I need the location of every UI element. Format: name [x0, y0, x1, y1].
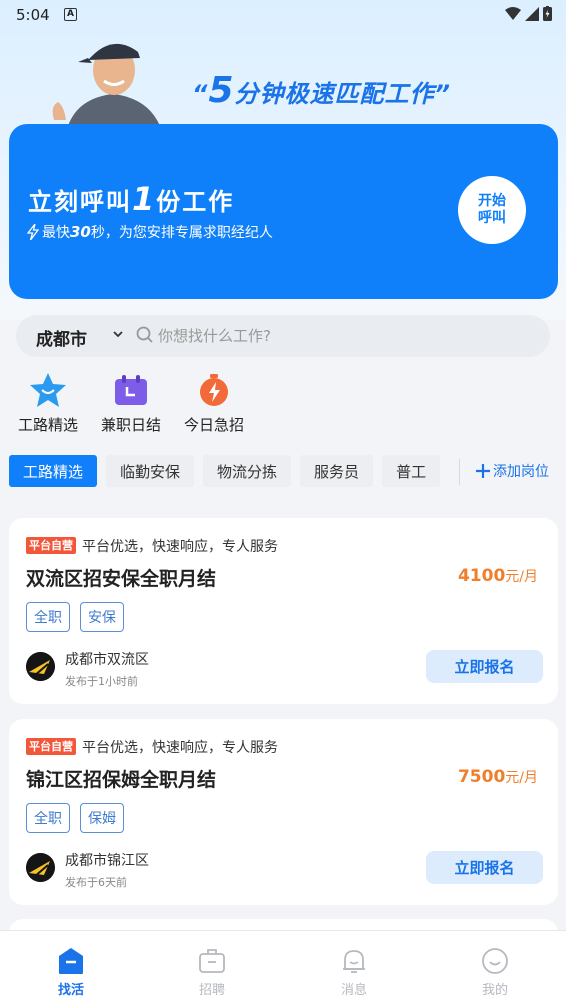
add-post-button[interactable]: 添加岗位 — [476, 461, 549, 481]
job-location: 成都市锦江区 — [65, 853, 149, 869]
job-card[interactable]: 平台自营 平台优选，快速响应，专人服务 双流区招安保全职月结 4100元/月 全… — [9, 518, 558, 704]
search-icon — [136, 326, 153, 343]
quick-category-parttime[interactable]: 兼职日结 — [96, 372, 166, 435]
banner-sub-number: 30 — [70, 223, 91, 241]
job-tag: 全职 — [26, 803, 70, 833]
job-card[interactable]: 平台自营 平台优选，快速响应，专人服务 锦江区招保姆全职月结 7500元/月 全… — [9, 719, 558, 905]
star-icon — [28, 372, 68, 408]
smile-icon — [482, 948, 508, 974]
job-posted-time: 发布于6天前 — [65, 876, 127, 889]
call-banner[interactable]: 立刻呼叫1份工作 最快30秒，为您安排专属求职经纪人 开始 呼叫 — [9, 124, 558, 299]
job-location: 成都市双流区 — [65, 652, 149, 668]
quick-category-select[interactable]: 工路精选 — [13, 372, 83, 435]
tab-find-work[interactable]: 找活 — [36, 947, 106, 998]
job-tags: 全职 安保 — [26, 602, 124, 632]
filter-tab-worker[interactable]: 普工 — [382, 455, 441, 487]
tab-label: 我的 — [481, 983, 508, 998]
salary-unit: 元/月 — [505, 569, 538, 585]
job-posted-time: 发布于1小时前 — [65, 675, 138, 688]
status-icons — [505, 6, 552, 21]
salary-unit: 元/月 — [505, 770, 538, 786]
job-tag: 保姆 — [80, 803, 124, 833]
bell-icon — [343, 950, 365, 973]
status-bar: 5:04 A — [0, 0, 566, 30]
filter-divider — [459, 459, 460, 485]
quick-category-label: 今日急招 — [183, 416, 244, 434]
filter-tab-logistics[interactable]: 物流分拣 — [203, 455, 292, 487]
lightning-icon — [27, 224, 39, 240]
job-title: 锦江区招保姆全职月结 — [26, 769, 217, 791]
hero-slogan: “5分钟极速匹配工作” — [192, 70, 451, 111]
job-title: 双流区招安保全职月结 — [26, 568, 217, 590]
slogan-quote-open: “ — [192, 80, 209, 108]
city-selector[interactable]: 成都市 — [36, 325, 87, 350]
home-icon — [59, 948, 83, 974]
tab-messages[interactable]: 消息 — [319, 947, 389, 998]
call-label-line1: 开始 — [478, 193, 506, 209]
quick-category-urgent[interactable]: 今日急招 — [179, 372, 249, 435]
banner-title-number: 1 — [132, 180, 157, 218]
company-logo — [26, 853, 55, 882]
quick-category-label: 兼职日结 — [100, 416, 161, 434]
banner-title: 立刻呼叫1份工作 — [28, 180, 234, 218]
company-logo — [26, 652, 55, 681]
job-promo: 平台优选，快速响应，专人服务 — [82, 740, 278, 756]
wifi-icon — [505, 6, 521, 20]
add-post-label: 添加岗位 — [493, 464, 549, 480]
banner-title-pre: 立刻呼叫 — [28, 188, 132, 216]
banner-sub-post: 秒，为您安排专属求职经纪人 — [90, 225, 273, 241]
tab-label: 找活 — [57, 983, 84, 998]
filter-tab-security[interactable]: 临勤安保 — [106, 455, 195, 487]
salary-value: 4100 — [457, 566, 506, 586]
slogan-number: 5 — [208, 70, 235, 111]
job-tags: 全职 保姆 — [26, 803, 124, 833]
job-promo: 平台优选，快速响应，专人服务 — [82, 539, 278, 555]
quick-category-label: 工路精选 — [17, 416, 78, 434]
banner-subtitle: 最快30秒，为您安排专属求职经纪人 — [27, 222, 273, 242]
chevron-down-icon[interactable] — [112, 329, 124, 339]
calendar-icon — [111, 372, 151, 408]
bottom-tab-bar: 找活 招聘 消息 我的 — [0, 930, 566, 1008]
call-label-line2: 呼叫 — [478, 210, 506, 226]
apply-button[interactable]: 立即报名 — [426, 851, 543, 884]
tab-recruit[interactable]: 招聘 — [177, 947, 247, 998]
notification-a-icon: A — [64, 8, 77, 21]
flash-timer-icon — [194, 372, 234, 408]
plus-icon — [476, 464, 490, 478]
start-call-button[interactable]: 开始 呼叫 — [458, 176, 526, 244]
banner-sub-pre: 最快 — [42, 225, 70, 241]
filter-tab-selected[interactable]: 工路精选 — [9, 455, 98, 487]
salary-value: 7500 — [457, 767, 506, 787]
search-input[interactable] — [158, 323, 458, 349]
tab-label: 消息 — [340, 983, 367, 998]
banner-title-post: 份工作 — [156, 188, 235, 216]
platform-badge: 平台自营 — [26, 738, 76, 755]
job-tag: 安保 — [80, 602, 124, 632]
job-salary: 4100元/月 — [458, 566, 538, 586]
apply-button[interactable]: 立即报名 — [426, 650, 543, 683]
filter-tab-waiter[interactable]: 服务员 — [300, 455, 374, 487]
job-salary: 7500元/月 — [458, 767, 538, 787]
tab-profile[interactable]: 我的 — [460, 947, 530, 998]
briefcase-icon — [199, 949, 225, 973]
slogan-text: 分钟极速匹配工作 — [234, 80, 435, 108]
signal-icon — [525, 6, 539, 21]
platform-badge: 平台自营 — [26, 537, 76, 554]
status-time: 5:04 — [16, 6, 50, 24]
battery-icon — [543, 6, 552, 21]
job-filter-tabs: 工路精选 临勤安保 物流分拣 服务员 普工 — [9, 455, 441, 487]
search-bar: 成都市 — [16, 315, 550, 357]
agent-illustration — [52, 43, 160, 126]
slogan-quote-close: ” — [434, 80, 451, 108]
job-tag: 全职 — [26, 602, 70, 632]
tab-label: 招聘 — [198, 983, 225, 998]
